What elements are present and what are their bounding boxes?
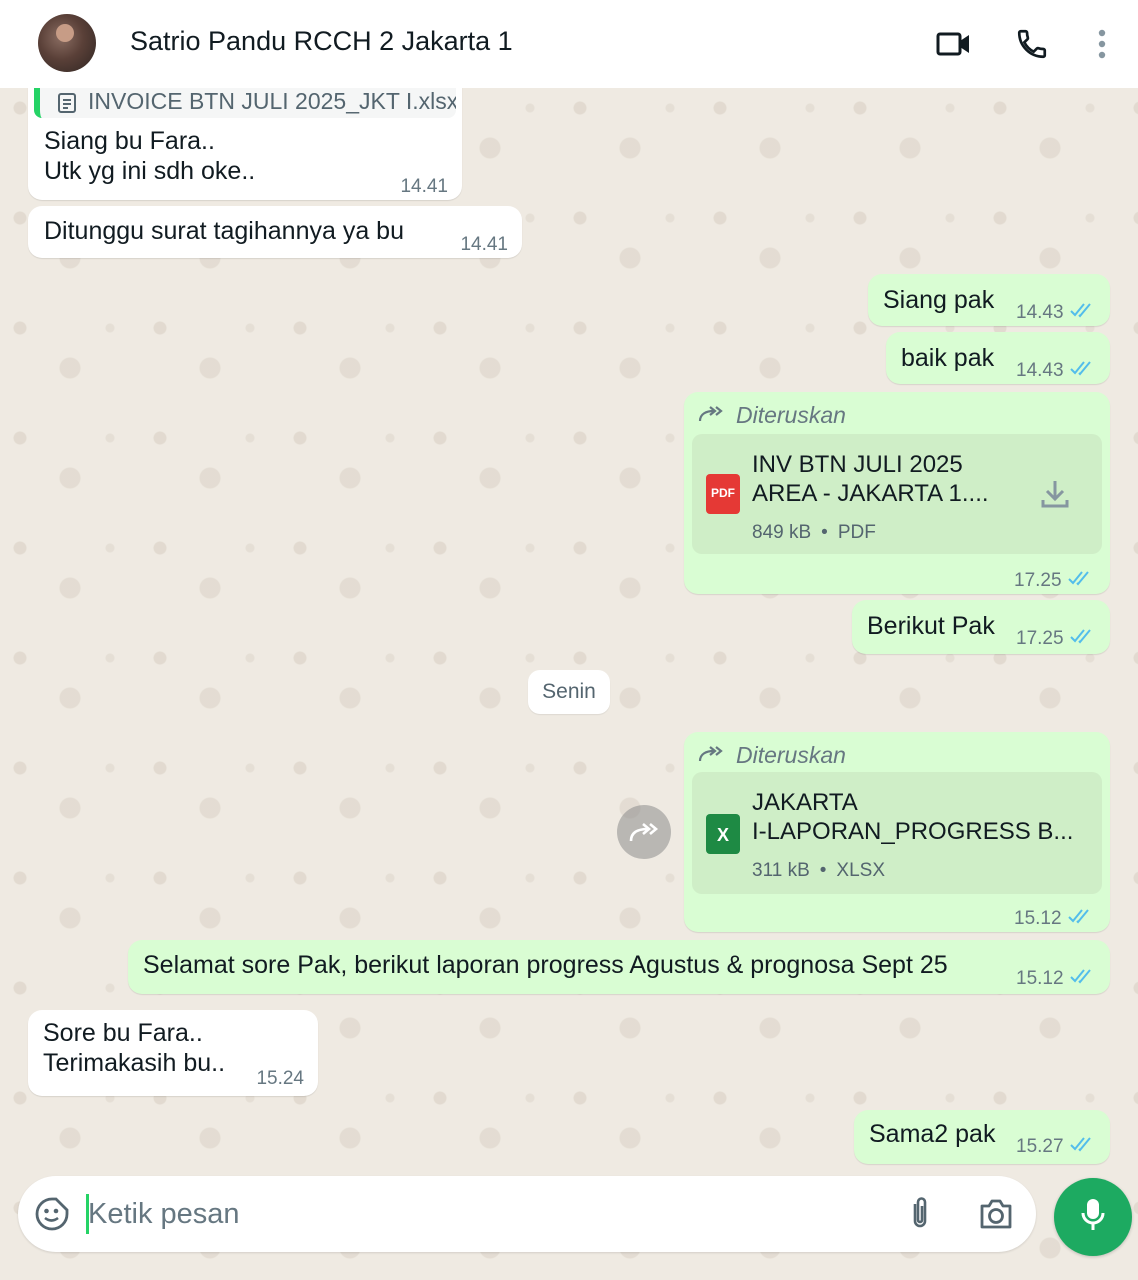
sticker-icon[interactable] <box>34 1196 70 1237</box>
document-meta: 849 kB • PDF <box>752 522 876 543</box>
message-text-line: Siang bu Fara.. <box>44 127 215 155</box>
document-name-line: AREA - JAKARTA 1.... <box>752 480 989 507</box>
video-call-icon[interactable] <box>936 26 972 62</box>
quoted-file-name: INVOICE BTN JULI 2025_JKT I.xlsx <box>88 88 456 114</box>
message-composer <box>18 1176 1036 1252</box>
avatar[interactable] <box>38 14 96 72</box>
message-time: 15.12 <box>1016 968 1064 989</box>
message-time: 14.43 <box>1016 302 1064 323</box>
message-outgoing-document[interactable]: Diteruskan PDF INV BTN JULI 2025 AREA - … <box>684 392 1110 594</box>
read-receipt-icon <box>1069 964 1096 994</box>
read-receipt-icon <box>1069 298 1096 328</box>
message-text: Siang pak <box>883 286 995 314</box>
read-receipt-icon <box>1069 1132 1096 1162</box>
document-icon <box>58 90 76 118</box>
message-time: 14.41 <box>400 176 448 197</box>
microphone-icon <box>1079 1197 1107 1238</box>
message-time: 17.25 <box>1014 570 1062 591</box>
read-receipt-icon <box>1069 356 1096 386</box>
message-text-line: Sore bu Fara.. <box>43 1019 203 1047</box>
message-outgoing[interactable]: baik pak 14.43 <box>886 332 1110 384</box>
message-time: 17.25 <box>1016 628 1064 649</box>
contact-name[interactable]: Satrio Pandu RCCH 2 Jakarta 1 <box>130 26 513 57</box>
download-icon[interactable] <box>1040 478 1070 517</box>
message-outgoing-document[interactable]: Diteruskan X JAKARTA I-LAPORAN_PROGRESS … <box>684 732 1110 932</box>
message-text-line: Utk yg ini sdh oke.. <box>44 157 256 185</box>
document-size: 311 kB <box>752 860 810 881</box>
forwarded-label: Diteruskan <box>698 400 846 430</box>
read-receipt-icon <box>1067 566 1094 596</box>
forwarded-label: Diteruskan <box>698 740 846 770</box>
document-card[interactable]: PDF INV BTN JULI 2025 AREA - JAKARTA 1..… <box>692 434 1102 554</box>
message-text: Sama2 pak <box>869 1120 996 1148</box>
message-time: 15.27 <box>1016 1136 1064 1157</box>
chat-header: Satrio Pandu RCCH 2 Jakarta 1 <box>0 0 1138 88</box>
voice-message-button[interactable] <box>1054 1178 1132 1256</box>
message-incoming[interactable]: Ditunggu surat tagihannya ya bu 14.41 <box>28 206 522 258</box>
message-time: 15.12 <box>1014 908 1062 929</box>
message-time: 14.41 <box>460 234 508 255</box>
read-receipt-icon <box>1069 624 1096 654</box>
day-separator: Senin <box>528 670 610 714</box>
forward-button[interactable] <box>617 805 671 859</box>
more-options-icon[interactable] <box>1084 26 1120 62</box>
message-outgoing[interactable]: Selamat sore Pak, berikut laporan progre… <box>128 940 1110 994</box>
document-card[interactable]: X JAKARTA I-LAPORAN_PROGRESS B... 311 kB… <box>692 772 1102 894</box>
message-text: Berikut Pak <box>867 612 995 640</box>
pdf-icon: PDF <box>706 474 740 514</box>
document-name-line: INV BTN JULI 2025 <box>752 451 963 478</box>
excel-icon: X <box>706 814 740 854</box>
document-name-line: I-LAPORAN_PROGRESS B... <box>752 818 1074 845</box>
message-incoming[interactable]: Sore bu Fara.. Terimakasih bu.. 15.24 <box>28 1010 318 1096</box>
message-text: Ditunggu surat tagihannya ya bu <box>44 217 404 245</box>
message-outgoing[interactable]: Berikut Pak 17.25 <box>852 600 1110 654</box>
camera-icon[interactable] <box>978 1198 1014 1235</box>
document-meta: 311 kB • XLSX <box>752 860 885 881</box>
read-receipt-icon <box>1067 904 1094 934</box>
message-input[interactable] <box>86 1190 866 1238</box>
document-size: 849 kB <box>752 522 812 543</box>
message-outgoing[interactable]: Sama2 pak 15.27 <box>854 1110 1110 1164</box>
document-name-line: JAKARTA <box>752 789 858 816</box>
voice-call-icon[interactable] <box>1014 26 1050 62</box>
document-type: PDF <box>837 522 876 543</box>
message-time: 14.43 <box>1016 360 1064 381</box>
message-time: 15.24 <box>256 1068 304 1089</box>
message-text-line: Terimakasih bu.. <box>43 1049 226 1077</box>
forward-icon <box>698 740 724 770</box>
forward-icon <box>698 400 724 430</box>
message-outgoing[interactable]: Siang pak 14.43 <box>868 274 1110 326</box>
attach-icon[interactable] <box>906 1196 934 1237</box>
message-text: baik pak <box>901 344 995 372</box>
message-text: Selamat sore Pak, berikut laporan progre… <box>143 951 948 979</box>
document-type: XLSX <box>836 860 885 881</box>
message-incoming[interactable]: INVOICE BTN JULI 2025_JKT I.xlsx Siang b… <box>28 70 462 200</box>
